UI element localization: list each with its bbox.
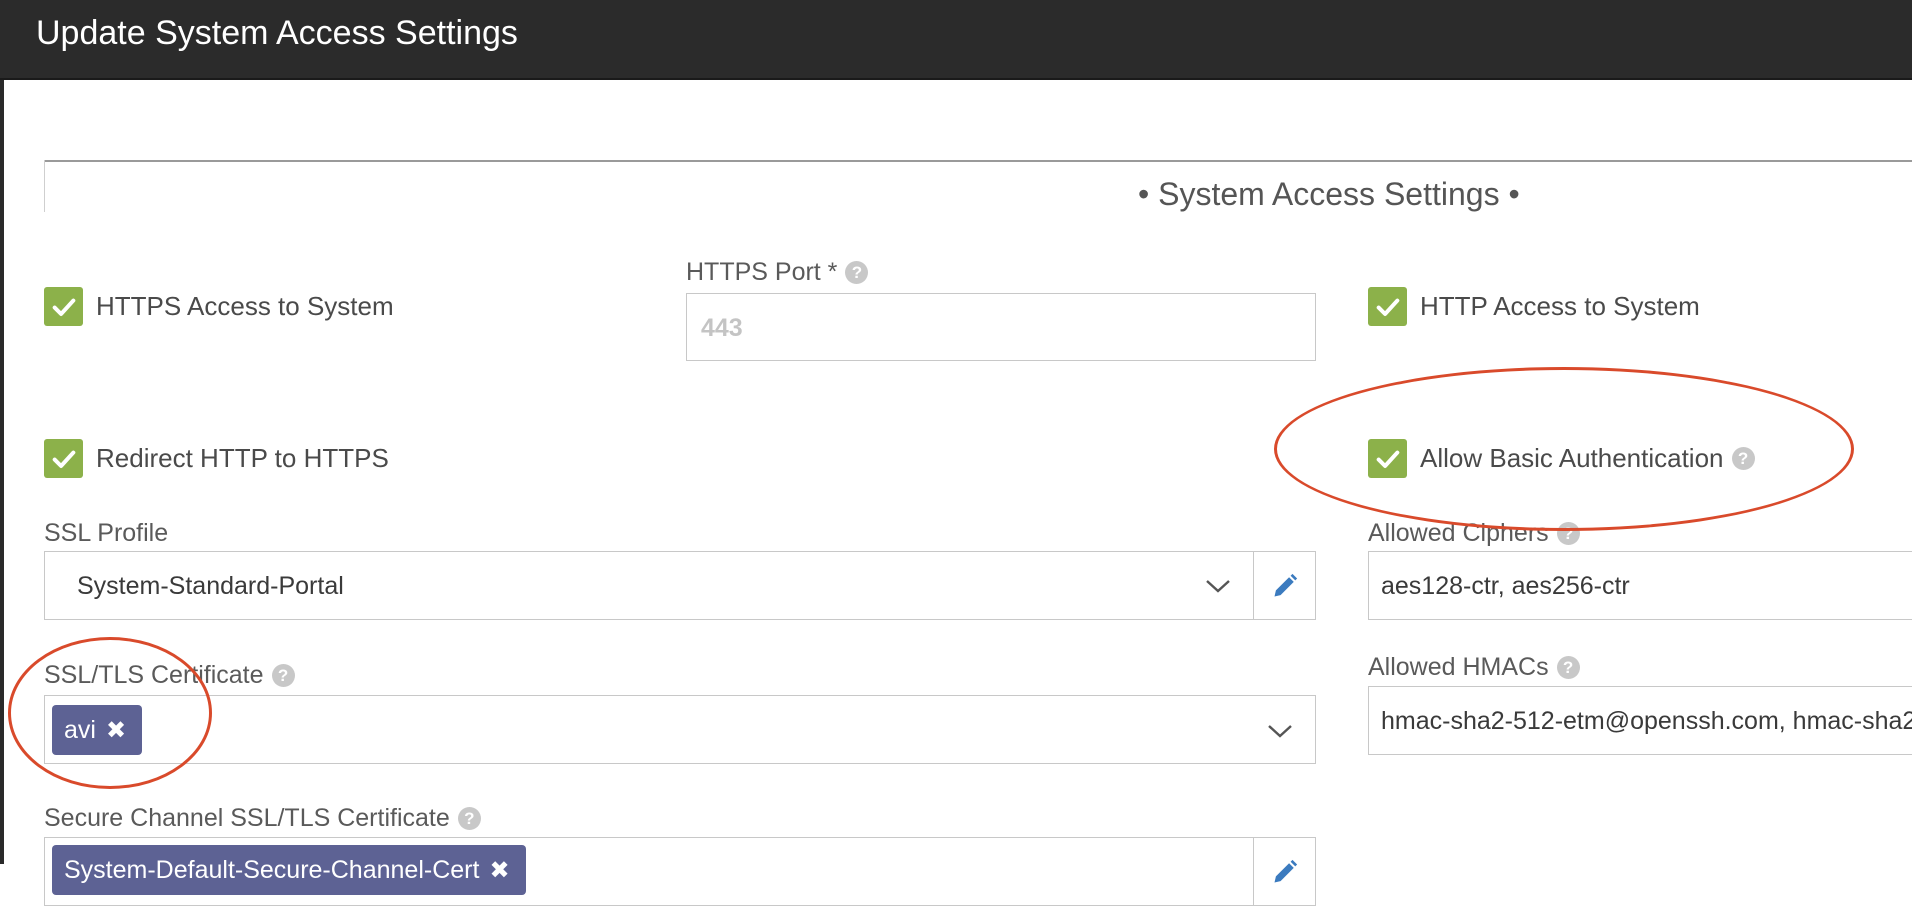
ssl-tls-certificate-select[interactable]: avi ✖ <box>44 695 1316 764</box>
https-access-checkbox[interactable]: HTTPS Access to System <box>44 287 394 326</box>
ssl-profile-label: SSL Profile <box>44 519 168 548</box>
allowed-hmacs-input[interactable]: hmac-sha2-512-etm@openssh.com, hmac-sha2… <box>1368 686 1912 755</box>
check-icon <box>44 287 83 326</box>
check-icon <box>44 439 83 478</box>
allowed-hmacs-label: Allowed HMACs ? <box>1368 653 1580 682</box>
chevron-down-icon <box>1206 580 1230 593</box>
pencil-icon <box>1274 573 1297 596</box>
https-port-placeholder: 443 <box>701 314 743 342</box>
help-icon[interactable]: ? <box>845 261 869 284</box>
https-port-input[interactable]: 443 <box>686 293 1316 361</box>
help-icon[interactable]: ? <box>271 664 295 687</box>
ssl-profile-value: System-Standard-Portal <box>77 572 344 600</box>
https-port-label: HTTPS Port * ? <box>686 258 869 287</box>
secure-channel-certificate-select[interactable]: System-Default-Secure-Channel-Cert ✖ <box>44 837 1316 906</box>
ssl-profile-select[interactable]: System-Standard-Portal <box>44 551 1316 620</box>
window-edge <box>0 0 4 864</box>
secure-channel-certificate-label-text: Secure Channel SSL/TLS Certificate <box>44 804 450 832</box>
help-icon[interactable]: ? <box>1556 656 1580 679</box>
section-divider-edge <box>44 160 45 212</box>
secure-channel-certificate-label: Secure Channel SSL/TLS Certificate ? <box>44 804 481 833</box>
close-icon[interactable]: ✖ <box>489 856 509 885</box>
help-icon[interactable]: ? <box>457 807 481 830</box>
chevron-down-icon <box>1268 725 1292 738</box>
https-access-label: HTTPS Access to System <box>96 291 394 321</box>
http-access-checkbox[interactable]: HTTP Access to System <box>1368 287 1700 326</box>
annotation-ellipse-basic-auth <box>1274 367 1854 531</box>
secure-channel-certificate-tag-label: System-Default-Secure-Channel-Cert <box>64 855 480 884</box>
redirect-http-label: Redirect HTTP to HTTPS <box>96 443 389 473</box>
redirect-http-checkbox[interactable]: Redirect HTTP to HTTPS <box>44 439 389 478</box>
allowed-ciphers-input[interactable]: aes128-ctr, aes256-ctr <box>1368 551 1912 620</box>
https-port-label-text: HTTPS Port * <box>686 258 838 286</box>
allowed-hmacs-value: hmac-sha2-512-etm@openssh.com, hmac-sha2… <box>1381 707 1912 735</box>
title-bar: Update System Access Settings <box>0 0 1912 80</box>
ssl-profile-label-text: SSL Profile <box>44 519 169 547</box>
pencil-icon <box>1274 859 1297 882</box>
http-access-label: HTTP Access to System <box>1420 291 1700 321</box>
ssl-profile-edit-button[interactable] <box>1253 552 1315 619</box>
secure-channel-certificate-tag[interactable]: System-Default-Secure-Channel-Cert ✖ <box>52 845 526 895</box>
section-title: • System Access Settings • <box>1138 176 1520 212</box>
check-icon <box>1368 287 1407 326</box>
allowed-hmacs-label-text: Allowed HMACs <box>1368 653 1549 681</box>
window-title: Update System Access Settings <box>36 14 518 52</box>
secure-channel-edit-button[interactable] <box>1253 838 1315 905</box>
annotation-ellipse-certificate <box>8 637 212 789</box>
allowed-ciphers-value: aes128-ctr, aes256-ctr <box>1381 572 1630 600</box>
section-divider <box>44 160 1912 162</box>
